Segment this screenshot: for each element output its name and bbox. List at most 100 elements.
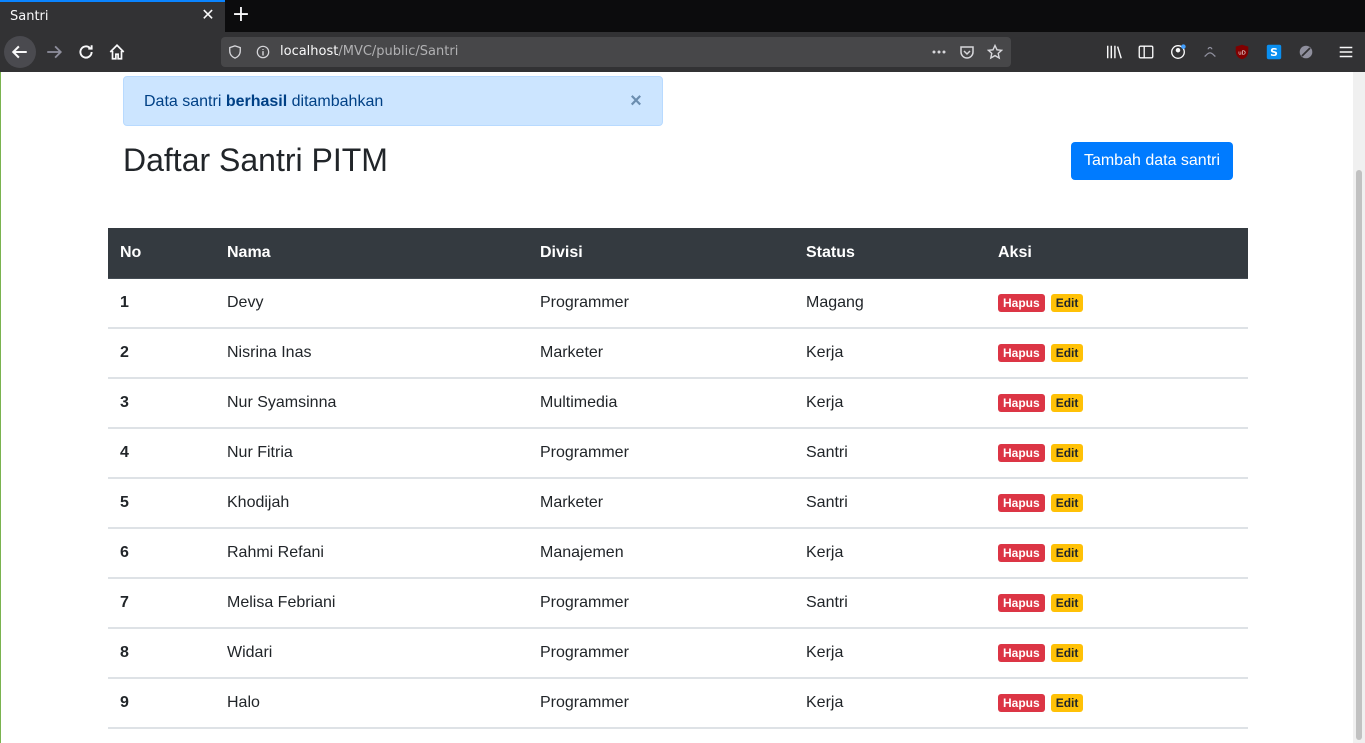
cell-aksi: Hapus Edit bbox=[986, 478, 1248, 528]
skype-icon[interactable]: S bbox=[1264, 42, 1284, 62]
edit-button[interactable]: Edit bbox=[1050, 694, 1084, 712]
library-icon[interactable] bbox=[1104, 42, 1124, 62]
delete-button[interactable]: Hapus bbox=[998, 293, 1045, 312]
home-icon bbox=[109, 44, 125, 60]
arrow-right-icon bbox=[47, 45, 63, 59]
delete-button[interactable]: Hapus bbox=[998, 644, 1045, 662]
edit-button[interactable]: Edit bbox=[1050, 644, 1084, 662]
header-status: Status bbox=[794, 228, 986, 279]
menu-icon[interactable] bbox=[1336, 42, 1356, 62]
home-button[interactable] bbox=[101, 36, 133, 68]
cell-no: 3 bbox=[120, 394, 129, 411]
edit-button[interactable]: Edit bbox=[1050, 293, 1084, 312]
edit-button[interactable]: Edit bbox=[1050, 594, 1084, 612]
sidebar-icon[interactable] bbox=[1136, 42, 1156, 62]
cell-aksi: Hapus Edit bbox=[986, 378, 1248, 428]
cell-aksi: Hapus Edit bbox=[986, 428, 1248, 478]
header-nama: Nama bbox=[215, 228, 528, 279]
url-host: localhost bbox=[280, 44, 339, 59]
cell-status: Santri bbox=[806, 444, 848, 461]
cell-divisi: Multimedia bbox=[540, 394, 618, 411]
ublock-icon[interactable]: uD bbox=[1232, 42, 1252, 62]
forward-button[interactable] bbox=[38, 36, 70, 68]
cell-nama: Devy bbox=[227, 293, 264, 311]
cell-aksi: Hapus Edit bbox=[986, 528, 1248, 578]
pocket-icon[interactable] bbox=[959, 44, 975, 60]
arrow-left-icon bbox=[11, 45, 27, 59]
new-tab-icon[interactable]: + bbox=[230, 4, 252, 26]
edit-button[interactable]: Edit bbox=[1050, 544, 1084, 562]
cell-no: 4 bbox=[120, 444, 129, 461]
cell-divisi: Programmer bbox=[540, 293, 629, 311]
alert-text-after: ditambahkan bbox=[287, 93, 384, 110]
cell-no: 5 bbox=[120, 494, 129, 511]
delete-button[interactable]: Hapus bbox=[998, 344, 1045, 362]
alert-text-before: Data santri bbox=[144, 93, 226, 110]
edit-button[interactable]: Edit bbox=[1050, 444, 1084, 462]
cell-aksi: Hapus Edit bbox=[986, 678, 1248, 728]
cell-no: 2 bbox=[120, 344, 129, 361]
browser-tab[interactable]: Santri ✕ bbox=[0, 0, 225, 32]
cell-nama: Widari bbox=[227, 644, 273, 661]
blocked-icon[interactable] bbox=[1296, 42, 1316, 62]
more-actions-icon[interactable] bbox=[931, 44, 947, 60]
delete-button[interactable]: Hapus bbox=[998, 494, 1045, 512]
cell-divisi: Programmer bbox=[540, 694, 629, 711]
table-row: 1 Devy Programmer Magang Hapus Edit bbox=[108, 278, 1248, 328]
cell-divisi: Marketer bbox=[540, 344, 604, 361]
url-path: /MVC/public/Santri bbox=[338, 44, 459, 59]
santri-table: No Nama Divisi Status Aksi 1 Devy Programm… bbox=[108, 228, 1248, 729]
tab-bar: Santri ✕ + bbox=[0, 0, 1365, 32]
account-icon[interactable] bbox=[1168, 42, 1188, 62]
cell-status: Kerja bbox=[806, 344, 844, 361]
cell-no: 1 bbox=[120, 293, 129, 311]
cell-divisi: Manajemen bbox=[540, 544, 624, 561]
tab-close-icon[interactable]: ✕ bbox=[199, 7, 217, 25]
edit-button[interactable]: Edit bbox=[1050, 494, 1084, 512]
cell-nama: Halo bbox=[227, 694, 260, 711]
cell-nama: Khodijah bbox=[227, 494, 290, 511]
tab-title: Santri bbox=[10, 9, 49, 24]
svg-text:uD: uD bbox=[1238, 50, 1246, 56]
delete-button[interactable]: Hapus bbox=[998, 444, 1045, 462]
table-header-row: No Nama Divisi Status Aksi bbox=[108, 228, 1248, 279]
shield-icon[interactable] bbox=[227, 44, 243, 60]
header-divisi: Divisi bbox=[528, 228, 794, 279]
cell-divisi: Programmer bbox=[540, 444, 629, 461]
delete-button[interactable]: Hapus bbox=[998, 594, 1045, 612]
delete-button[interactable]: Hapus bbox=[998, 394, 1045, 412]
add-santri-button[interactable]: Tambah data santri bbox=[1071, 142, 1233, 180]
edit-button[interactable]: Edit bbox=[1050, 344, 1084, 362]
alert-close-icon[interactable]: × bbox=[628, 91, 644, 111]
bookmark-star-icon[interactable] bbox=[987, 44, 1003, 60]
delete-button[interactable]: Hapus bbox=[998, 694, 1045, 712]
navigation-toolbar: localhost/MVC/public/Santri uD S bbox=[0, 32, 1365, 72]
url-bar[interactable]: localhost/MVC/public/Santri bbox=[221, 37, 1011, 67]
cell-nama: Nur Fitria bbox=[227, 444, 293, 461]
cell-divisi: Programmer bbox=[540, 594, 629, 611]
cell-divisi: Marketer bbox=[540, 494, 604, 511]
reload-button[interactable] bbox=[70, 36, 102, 68]
table-row: 9 Halo Programmer Kerja Hapus Edit bbox=[108, 678, 1248, 728]
scrollbar[interactable] bbox=[1353, 72, 1365, 743]
info-icon[interactable] bbox=[255, 44, 271, 60]
scrollbar-thumb[interactable] bbox=[1356, 170, 1362, 740]
extension-icon[interactable] bbox=[1200, 42, 1220, 62]
table-row: 3 Nur Syamsinna Multimedia Kerja Hapus Edit bbox=[108, 378, 1248, 428]
cell-status: Kerja bbox=[806, 544, 844, 561]
cell-nama: Nur Syamsinna bbox=[227, 394, 337, 411]
alert-message: Data santri berhasil ditambahkan bbox=[144, 93, 383, 111]
svg-text:S: S bbox=[1270, 46, 1278, 59]
page-content: Data santri berhasil ditambahkan × Dafta… bbox=[0, 72, 1365, 743]
cell-no: 9 bbox=[120, 694, 129, 711]
cell-status: Magang bbox=[806, 293, 864, 311]
table-row: 8 Widari Programmer Kerja Hapus Edit bbox=[108, 628, 1248, 678]
header-aksi: Aksi bbox=[986, 228, 1248, 279]
cell-nama: Nisrina Inas bbox=[227, 344, 312, 361]
edit-button[interactable]: Edit bbox=[1050, 394, 1084, 412]
cell-nama: Melisa Febriani bbox=[227, 594, 336, 611]
cell-no: 7 bbox=[120, 594, 129, 611]
cell-status: Kerja bbox=[806, 644, 844, 661]
back-button[interactable] bbox=[4, 36, 36, 68]
delete-button[interactable]: Hapus bbox=[998, 544, 1045, 562]
